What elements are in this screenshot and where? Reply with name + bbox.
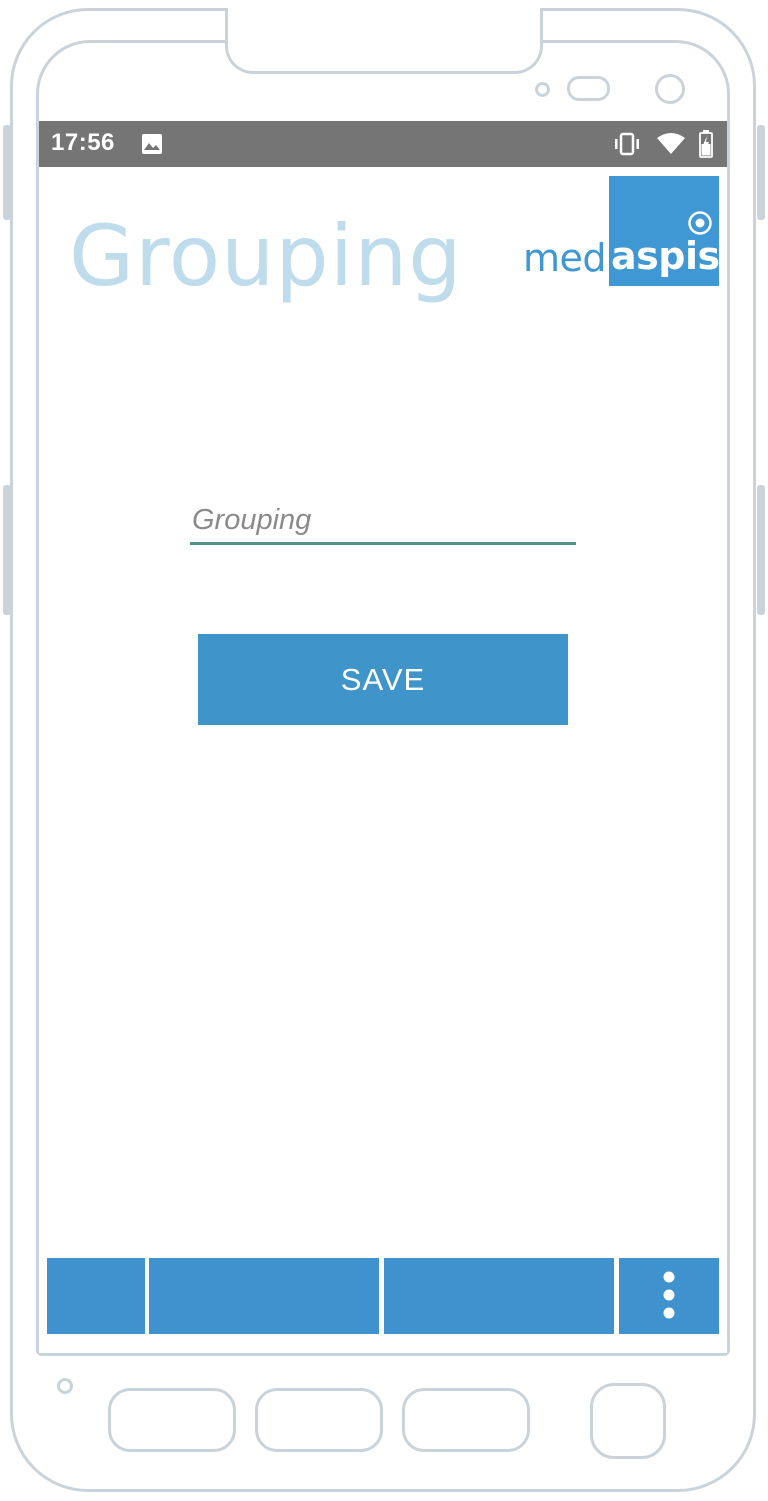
more-menu-button[interactable] <box>619 1258 719 1334</box>
bottom-bar-button-1[interactable] <box>47 1258 145 1334</box>
grouping-input[interactable] <box>190 499 576 545</box>
hardware-button-4[interactable] <box>590 1383 666 1459</box>
phone-side-button-right <box>757 125 765 220</box>
status-bar: 17:56 <box>39 121 727 167</box>
bottom-bar-button-2[interactable] <box>149 1258 379 1334</box>
sensor-dot <box>535 82 550 97</box>
bottom-action-bar <box>47 1258 719 1334</box>
page-title: Grouping <box>69 207 463 305</box>
save-button[interactable]: SAVE <box>198 634 568 725</box>
phone-side-button-right-2 <box>757 485 765 615</box>
phone-notch <box>225 8 543 74</box>
app-screen: 17:56 Grouping med aspis SAVE <box>39 121 727 1353</box>
medaspis-logo: med aspis <box>523 176 720 286</box>
status-time: 17:56 <box>51 129 115 156</box>
more-vertical-icon <box>661 1271 677 1324</box>
logo-med-text: med <box>523 236 607 280</box>
wifi-icon <box>656 132 686 161</box>
hardware-button-3[interactable] <box>402 1388 530 1452</box>
battery-charging-icon <box>699 130 713 163</box>
vibrate-icon <box>613 132 641 161</box>
hardware-button-1[interactable] <box>108 1388 236 1452</box>
target-icon <box>687 210 713 241</box>
speaker-grille <box>567 76 610 101</box>
bottom-bar-button-3[interactable] <box>384 1258 614 1334</box>
phone-side-button-left-2 <box>3 485 11 615</box>
hardware-button-2[interactable] <box>255 1388 383 1452</box>
front-camera <box>655 74 685 104</box>
hardware-indicator-dot <box>57 1378 73 1394</box>
phone-side-button-left <box>3 125 11 220</box>
image-icon <box>141 133 163 160</box>
grouping-field <box>190 499 576 549</box>
